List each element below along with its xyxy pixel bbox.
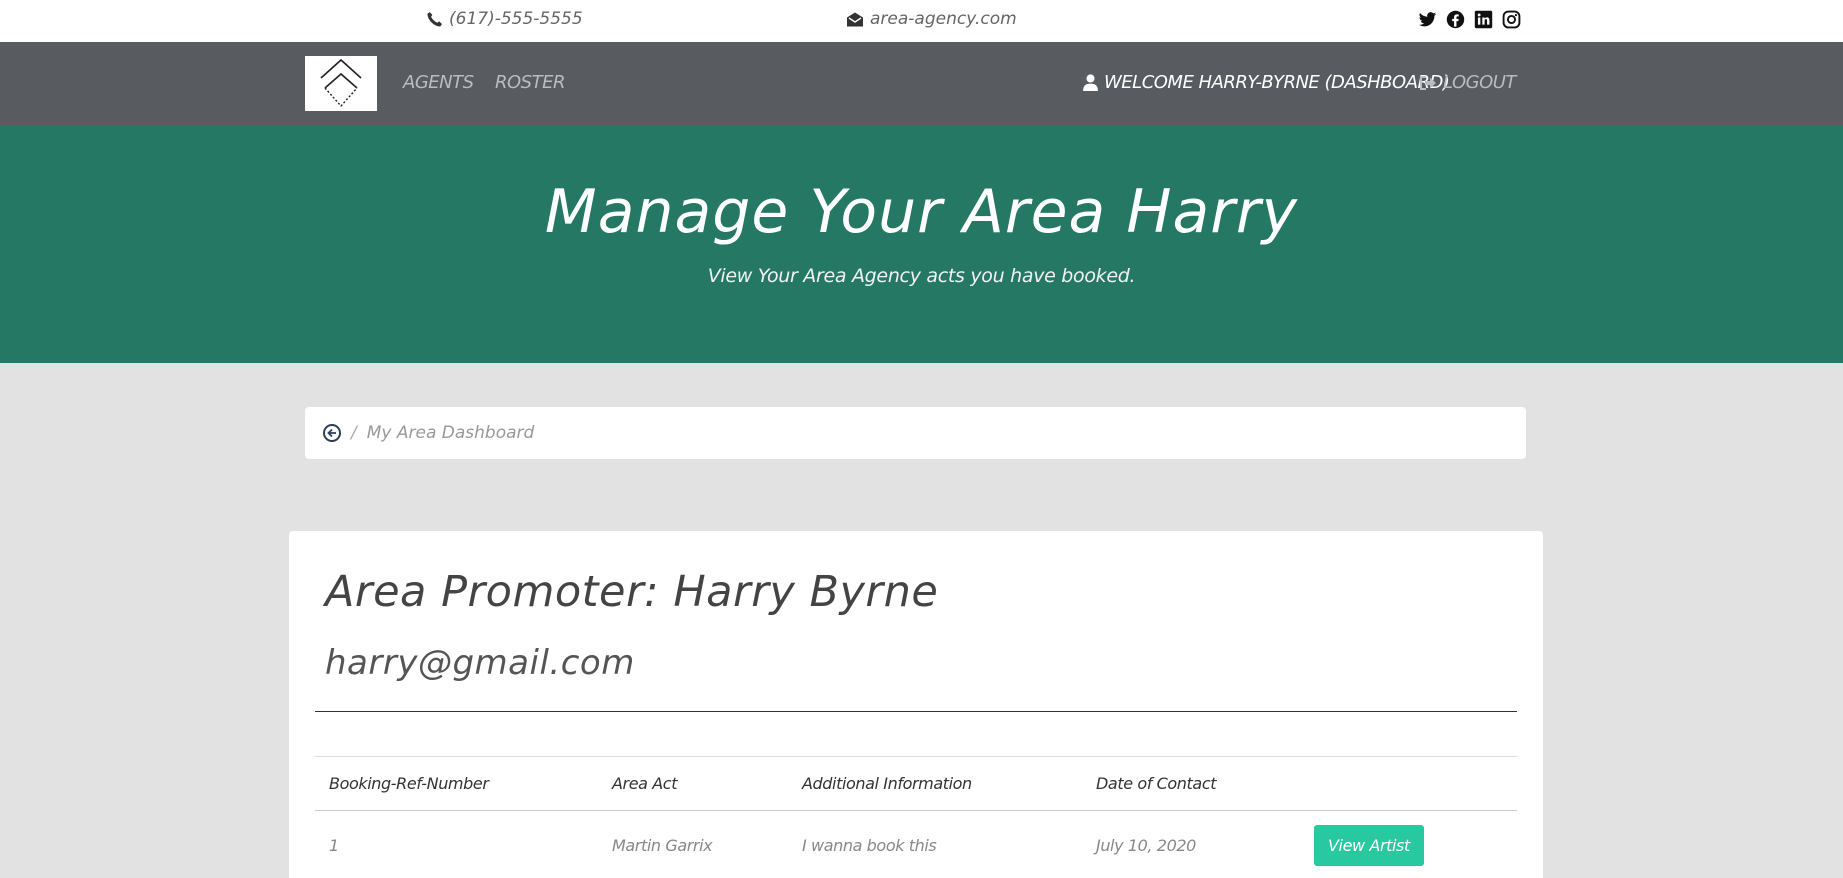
nav-dashboard[interactable]: WELCOME HARRY-BYRNE (DASHBOARD) <box>1083 72 1450 93</box>
nav-logout[interactable]: LOGOUT <box>1419 72 1516 93</box>
cell-additional-info: I wanna book this <box>802 836 937 856</box>
cell-action: View Artist <box>1300 811 1517 878</box>
page-subtitle: View Your Area Agency acts you have book… <box>707 265 1136 287</box>
twitter-icon[interactable] <box>1418 10 1437 29</box>
logout-label: LOGOUT <box>1443 72 1516 93</box>
divider <box>315 711 1517 712</box>
linkedin-icon[interactable] <box>1474 10 1493 29</box>
top-contact-bar: (617)-555-5555 area-agency.com <box>0 0 1843 42</box>
phone-number: (617)-555-5555 <box>449 9 583 29</box>
promoter-heading: Area Promoter: Harry Byrne <box>325 567 939 617</box>
phone-icon <box>427 11 442 27</box>
instagram-icon[interactable] <box>1502 10 1521 29</box>
promoter-email: harry@gmail.com <box>325 643 635 683</box>
logo-icon <box>320 58 362 107</box>
website-link[interactable]: area-agency.com <box>870 9 1017 29</box>
facebook-icon[interactable] <box>1446 10 1465 29</box>
view-artist-button[interactable]: View Artist <box>1314 825 1424 867</box>
hero-banner: Manage Your Area Harry View Your Area Ag… <box>0 125 1843 363</box>
header-action <box>1300 757 1517 811</box>
breadcrumb: / My Area Dashboard <box>305 407 1526 459</box>
nav-roster[interactable]: ROSTER <box>495 72 565 93</box>
sign-out-icon <box>1420 75 1436 90</box>
header-date-of-contact: Date of Contact <box>1096 774 1217 793</box>
bookings-table: Booking-Ref-Number Area Act Additional I… <box>315 756 1517 878</box>
breadcrumb-current: My Area Dashboard <box>366 423 535 443</box>
phone-contact: (617)-555-5555 <box>426 9 583 29</box>
table-header-row: Booking-Ref-Number Area Act Additional I… <box>315 756 1517 811</box>
email-contact: area-agency.com <box>846 9 1017 29</box>
header-area-act: Area Act <box>612 774 678 793</box>
header-additional-info: Additional Information <box>802 774 972 793</box>
nav-agents[interactable]: AGENTS <box>403 72 474 93</box>
page-title: Manage Your Area Harry <box>544 177 1299 247</box>
header-booking-ref: Booking-Ref-Number <box>329 774 489 793</box>
cell-booking-ref: 1 <box>329 836 339 856</box>
area-logo[interactable] <box>305 56 377 111</box>
cell-date-of-contact: July 10, 2020 <box>1096 836 1196 856</box>
welcome-label: WELCOME HARRY-BYRNE (DASHBOARD) <box>1104 72 1450 93</box>
user-icon <box>1083 74 1098 91</box>
breadcrumb-separator: / <box>351 423 357 443</box>
envelope-open-icon <box>847 12 863 26</box>
table-row: 1 Martin Garrix I wanna book this July 1… <box>315 811 1517 878</box>
promoter-card: Area Promoter: Harry Byrne harry@gmail.c… <box>289 531 1543 878</box>
back-arrow-icon[interactable] <box>323 424 341 442</box>
social-links <box>1418 10 1521 29</box>
cell-area-act: Martin Garrix <box>612 836 713 856</box>
main-navbar: AGENTS ROSTER WELCOME HARRY-BYRNE (DASHB… <box>0 42 1843 125</box>
